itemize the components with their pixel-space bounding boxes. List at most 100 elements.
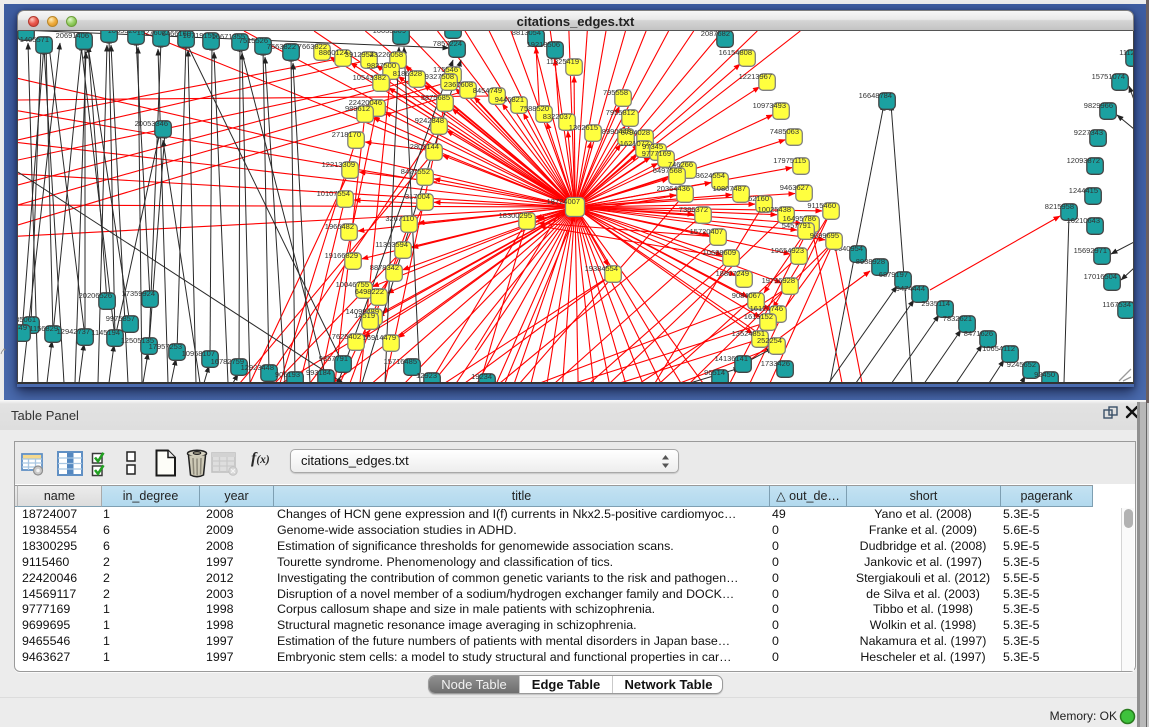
svg-text:905193: 905193 — [275, 370, 300, 379]
svg-text:10654112: 10654112 — [982, 344, 1015, 353]
svg-text:8322037: 8322037 — [543, 112, 572, 121]
svg-text:10973493: 10973493 — [753, 101, 786, 110]
svg-text:12942737: 12942737 — [57, 327, 90, 336]
svg-text:20053346: 20053346 — [135, 119, 168, 128]
svg-text:1167534: 1167534 — [1102, 300, 1131, 309]
svg-text:12093872: 12093872 — [1067, 156, 1100, 165]
svg-text:10107554: 10107554 — [317, 189, 350, 198]
svg-text:1244415: 1244415 — [1069, 186, 1098, 195]
svg-text:8215958: 8215958 — [1045, 202, 1074, 211]
svg-text:17975115: 17975115 — [773, 156, 806, 165]
svg-text:317004: 317004 — [405, 192, 430, 201]
svg-text:3624554: 3624554 — [696, 171, 725, 180]
svg-text:16782759: 16782759 — [211, 357, 244, 366]
svg-text:14519: 14519 — [354, 311, 375, 320]
svg-text:9245652: 9245652 — [1007, 360, 1036, 369]
svg-text:10807487: 10807487 — [713, 184, 746, 193]
svg-text:9474444: 9474444 — [896, 284, 925, 293]
svg-text:92450: 92450 — [1034, 370, 1055, 379]
svg-text:19234: 19234 — [471, 372, 492, 381]
svg-text:993184: 993184 — [306, 368, 331, 377]
svg-text:23226058: 23226058 — [370, 50, 403, 59]
svg-text:18807249: 18807249 — [716, 269, 749, 278]
svg-text:8860124: 8860124 — [319, 48, 348, 57]
svg-text:6497568: 6497568 — [653, 166, 682, 175]
svg-text:14136141: 14136141 — [715, 354, 748, 363]
svg-text:15720407: 15720407 — [690, 227, 723, 236]
svg-text:9084067: 9084067 — [732, 291, 761, 300]
svg-text:6498222: 6498222 — [355, 287, 384, 296]
svg-text:8878342: 8878342 — [370, 263, 399, 272]
svg-text:6794028: 6794028 — [621, 128, 650, 137]
svg-text:2718170: 2718170 — [332, 130, 361, 139]
svg-text:8427552: 8427552 — [401, 167, 430, 176]
svg-text:391549: 391549 — [18, 323, 27, 332]
svg-text:16648784: 16648784 — [859, 91, 892, 100]
svg-text:11353594: 11353594 — [375, 240, 408, 249]
svg-text:19218506: 19218506 — [527, 40, 560, 49]
svg-text:16154808: 16154808 — [719, 48, 752, 57]
svg-text:10688609: 10688609 — [703, 248, 736, 257]
svg-text:12923: 12923 — [416, 371, 437, 380]
svg-text:252254: 252254 — [757, 336, 782, 345]
svg-text:19384554: 19384554 — [585, 264, 618, 273]
svg-text:9777169: 9777169 — [642, 149, 671, 158]
svg-text:1615152: 1615152 — [744, 312, 773, 321]
svg-text:16033809: 16033809 — [373, 31, 406, 35]
svg-text:1156829: 1156829 — [29, 324, 58, 333]
svg-text:19654923: 19654923 — [771, 246, 804, 255]
svg-text:1966482: 1966482 — [325, 222, 354, 231]
svg-text:9227343: 9227343 — [1074, 128, 1103, 137]
svg-text:9242848: 9242848 — [415, 116, 444, 125]
svg-text:3875685: 3875685 — [421, 93, 450, 102]
svg-text:18300295: 18300295 — [499, 211, 532, 220]
svg-text:19756928: 19756928 — [762, 276, 795, 285]
svg-text:16210643: 16210643 — [1067, 216, 1100, 225]
svg-text:62160: 62160 — [748, 194, 769, 203]
svg-text:12923448: 12923448 — [241, 363, 274, 372]
svg-text:9827500: 9827500 — [367, 61, 396, 70]
svg-text:7857224: 7857224 — [433, 39, 462, 48]
svg-text:9975857: 9975857 — [106, 314, 135, 323]
svg-text:989612: 989612 — [345, 104, 370, 113]
svg-text:1405571: 1405571 — [20, 35, 49, 44]
svg-text:2935114: 2935114 — [921, 299, 950, 308]
svg-text:3267110: 3267110 — [385, 214, 414, 223]
svg-text:795558: 795558 — [603, 88, 628, 97]
svg-text:6879197: 6879197 — [879, 270, 908, 279]
svg-text:10543382: 10543382 — [353, 73, 386, 82]
svg-text:17957253: 17957253 — [149, 342, 182, 351]
svg-text:7485063: 7485063 — [770, 127, 799, 136]
svg-text:1733426: 1733426 — [761, 359, 790, 368]
svg-text:7955812: 7955812 — [606, 108, 635, 117]
svg-text:8454749: 8454749 — [473, 86, 502, 95]
svg-text:7515526: 7515526 — [239, 36, 268, 45]
svg-text:11325419: 11325419 — [546, 57, 579, 66]
svg-text:15716485: 15716485 — [384, 357, 417, 366]
svg-text:15751074: 15751074 — [1092, 72, 1125, 81]
svg-text:7832621: 7832621 — [943, 314, 972, 323]
svg-text:1362615: 1362615 — [569, 123, 598, 132]
svg-text:7386372: 7386372 — [679, 205, 708, 214]
svg-text:1145194: 1145194 — [91, 328, 120, 337]
svg-text:20206526: 20206526 — [79, 291, 112, 300]
svg-text:8471626: 8471626 — [964, 329, 993, 338]
svg-text:8813054: 8813054 — [512, 31, 541, 37]
svg-text:2803144: 2803144 — [410, 142, 439, 151]
svg-text:7625402: 7625402 — [332, 332, 361, 341]
svg-text:9857791: 9857791 — [319, 354, 348, 363]
svg-text:9829966: 9829966 — [1084, 101, 1113, 110]
svg-text:12213309: 12213309 — [322, 160, 355, 169]
svg-text:15692971: 15692971 — [1074, 246, 1107, 255]
svg-text:9699695: 9699695 — [810, 231, 839, 240]
svg-text:9463627: 9463627 — [780, 183, 809, 192]
svg-text:19166829: 19166829 — [325, 251, 358, 260]
svg-text:9446821: 9446821 — [495, 95, 524, 104]
svg-text:9115460: 9115460 — [807, 201, 836, 210]
svg-text:5457791: 5457791 — [782, 221, 811, 230]
svg-text:2367608: 2367608 — [444, 80, 473, 89]
svg-text:7663822: 7663822 — [267, 42, 296, 51]
svg-text:11125: 11125 — [1119, 48, 1133, 57]
svg-text:20364436: 20364436 — [657, 184, 690, 193]
svg-text:2087682: 2087682 — [701, 31, 730, 38]
